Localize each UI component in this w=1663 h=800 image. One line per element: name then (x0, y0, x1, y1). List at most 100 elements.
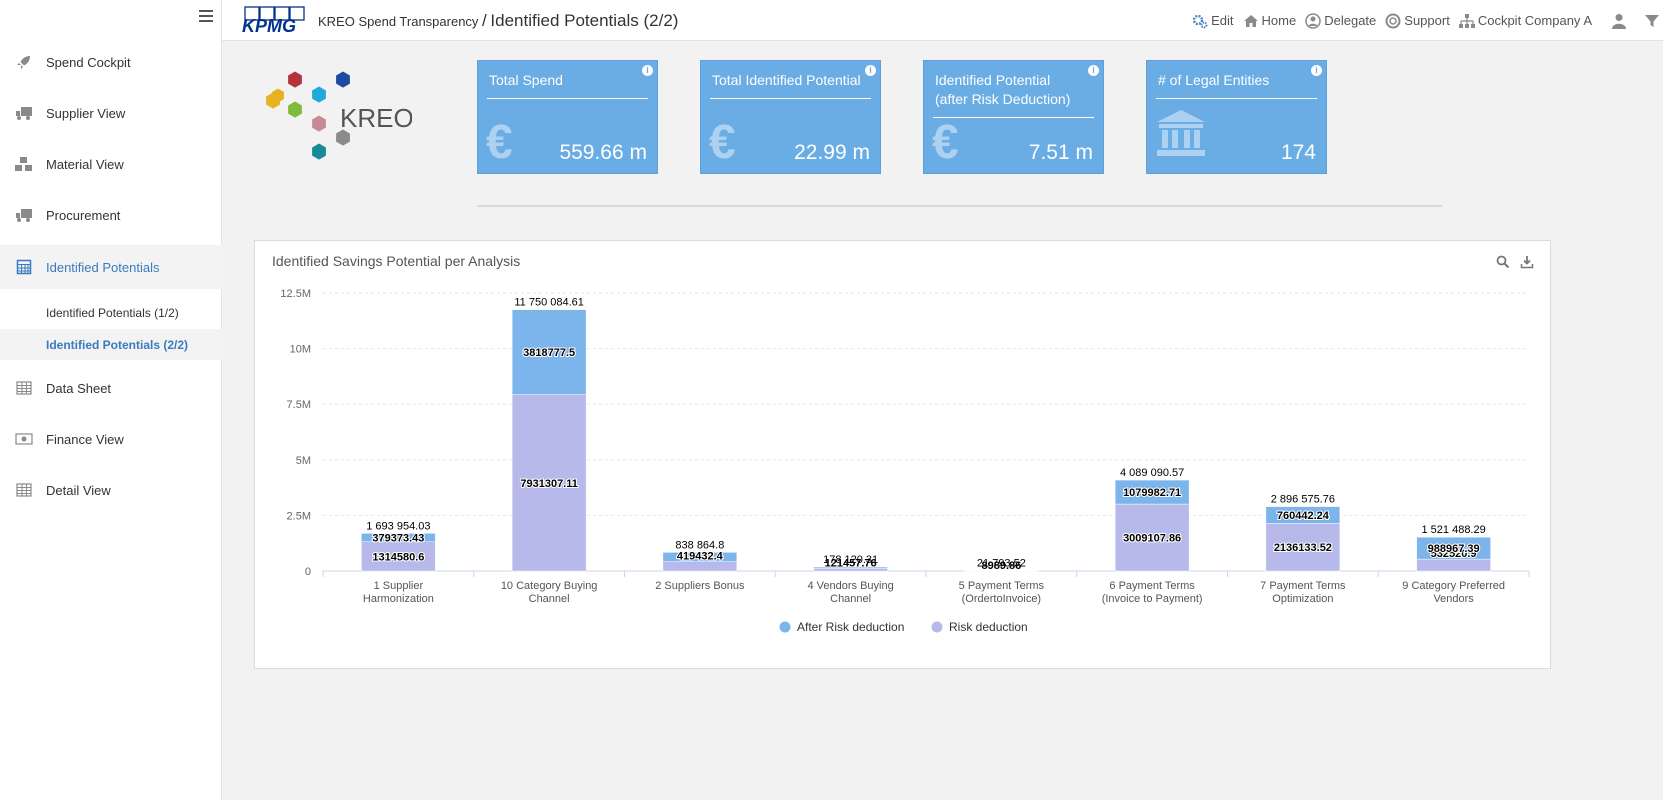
kreo-logo: KREO (266, 71, 412, 160)
euro-icon: € (709, 116, 736, 169)
sidebar-subitem-identified-potentials-2[interactable]: Identified Potentials (2/2) (0, 329, 222, 360)
kpi-divider (487, 98, 648, 99)
x-category-label: Vendors (1433, 593, 1474, 605)
y-tick-label: 0 (305, 566, 311, 578)
sidebar-item-procurement[interactable]: Procurement (0, 193, 222, 237)
user-menu[interactable] (1611, 13, 1630, 29)
edit-link-label: Edit (1211, 13, 1234, 28)
kpi-value: 559.66 m (559, 141, 647, 164)
legend-marker[interactable] (931, 621, 943, 633)
data-label-after-risk: 1079982.71 (1123, 487, 1181, 499)
kpi-value: 7.51 m (1028, 141, 1093, 164)
bar-chart: 0 2.5M 5M 7.5M 10M 12.5M 1314580.6 379373.431 6… (280, 288, 1530, 634)
x-category-label: (Invoice to Payment) (1102, 593, 1203, 605)
delegate-link-label: Delegate (1324, 13, 1377, 28)
y-tick-label: 2.5M (287, 510, 311, 522)
truck-icon (14, 207, 34, 223)
data-label-total: 11 750 084.61 (514, 297, 584, 309)
sidebar-item-supplier-view[interactable]: Supplier View (0, 91, 222, 135)
calculator-icon (14, 259, 34, 275)
legend-label[interactable]: Risk deduction (949, 620, 1028, 634)
info-icon[interactable]: i (865, 65, 876, 76)
x-category-label: 2 Suppliers Bonus (655, 580, 745, 592)
x-category-label: Harmonization (363, 593, 434, 605)
sidebar-item-identified-potentials[interactable]: Identified Potentials (0, 245, 222, 289)
sidebar-item-spend-cockpit[interactable]: Spend Cockpit (0, 40, 222, 84)
lifebuoy-icon (1385, 13, 1401, 29)
hamburger-menu-icon[interactable] (199, 10, 213, 24)
data-label-risk: 1314580.6 (372, 551, 424, 563)
data-label-total: 1 521 488.29 (1422, 524, 1486, 536)
x-category-label: Channel (529, 593, 570, 605)
info-icon[interactable]: i (642, 65, 653, 76)
kpi-title: # of Legal Entities (1158, 72, 1270, 88)
x-category-label: 9 Category Preferred (1402, 580, 1505, 592)
table-icon (14, 380, 34, 396)
x-category-label: Optimization (1272, 593, 1333, 605)
user-circle-icon (1305, 12, 1321, 29)
sidebar-item-detail-view[interactable]: Detail View (0, 468, 222, 512)
legend-label[interactable]: After Risk deduction (797, 620, 904, 634)
user-icon (1611, 13, 1627, 29)
x-category-label: 5 Payment Terms (959, 580, 1045, 592)
sidebar-item-label: Detail View (46, 482, 111, 498)
kpi-identified-potential-after-risk: Identified Potential (after Risk Deducti… (923, 60, 1104, 174)
data-label-total: 4 089 090.57 (1120, 467, 1184, 479)
sidebar-item-finance-view[interactable]: Finance View (0, 417, 222, 461)
breadcrumb-app-name[interactable]: KREO Spend Transparency (318, 14, 478, 29)
x-category-label: 7 Payment Terms (1260, 580, 1346, 592)
kpi-total-identified-potential: Total Identified Potential i € 22.99 m (700, 60, 881, 174)
x-category-label: (OrdertoInvoice) (962, 593, 1041, 605)
data-label-total: 1 693 954.03 (366, 520, 430, 532)
kpi-total-spend: Total Spend i € 559.66 m (477, 60, 658, 174)
bank-icon (1155, 108, 1207, 167)
home-link[interactable]: Home (1243, 13, 1296, 29)
money-icon (14, 431, 34, 447)
sidebar-item-label: Spend Cockpit (46, 54, 131, 70)
kpi-value: 174 (1280, 141, 1316, 164)
data-label-risk: 3009107.86 (1123, 533, 1181, 545)
data-label-risk: 419432.4 (677, 551, 724, 563)
data-label-total: 21 793.52 (977, 558, 1026, 570)
sidebar-subitem-identified-potentials-1[interactable]: Identified Potentials (1/2) (0, 297, 222, 328)
top-bar: KPMG KREO Spend Transparency / Identifie… (222, 0, 1663, 41)
section-divider (477, 205, 1442, 207)
sidebar-item-material-view[interactable]: Material View (0, 142, 222, 186)
sidebar-item-data-sheet[interactable]: Data Sheet (0, 366, 222, 410)
euro-icon: € (932, 116, 959, 169)
data-label-after-risk: 3818777.5 (523, 347, 575, 359)
kpi-title: Total Spend (489, 72, 563, 88)
kpi-divider (1156, 98, 1317, 99)
sidebar-subitem-label: Identified Potentials (1/2) (46, 305, 179, 320)
breadcrumb-separator: / (482, 11, 487, 30)
kpmg-logo-text: KPMG (242, 16, 296, 34)
truck-icon (14, 105, 34, 121)
data-label-after-risk: 760442.24 (1277, 510, 1330, 522)
info-icon[interactable]: i (1311, 65, 1322, 76)
data-label-risk: 7931307.11 (520, 478, 578, 490)
sidebar-subitem-label: Identified Potentials (2/2) (46, 337, 189, 352)
y-tick-label: 5M (296, 455, 311, 467)
legend-marker[interactable] (779, 621, 791, 633)
gears-icon (1192, 13, 1208, 29)
info-icon[interactable]: i (1088, 65, 1099, 76)
kpi-divider (710, 98, 871, 99)
filter-button[interactable] (1644, 13, 1663, 29)
kpi-title: Identified Potential (after Risk Deducti… (935, 72, 1071, 107)
kpi-value: 22.99 m (794, 141, 870, 164)
y-tick-label: 10M (290, 344, 311, 356)
home-icon (1243, 13, 1259, 29)
bar-risk-deduction[interactable] (662, 561, 738, 572)
support-link[interactable]: Support (1385, 13, 1450, 29)
x-category-label: Channel (830, 593, 871, 605)
edit-link[interactable]: Edit (1192, 13, 1234, 29)
company-link[interactable]: Cockpit Company A (1458, 13, 1592, 29)
sidebar-item-label: Finance View (46, 431, 124, 447)
kpmg-logo[interactable]: KPMG (242, 6, 308, 34)
euro-icon: € (486, 116, 513, 169)
sidebar-item-label: Data Sheet (46, 380, 112, 396)
company-link-label: Cockpit Company A (1477, 13, 1592, 28)
bar-risk-deduction[interactable] (1416, 558, 1491, 572)
x-category-label: 4 Vendors Buying (808, 580, 894, 592)
delegate-link[interactable]: Delegate (1305, 12, 1377, 29)
